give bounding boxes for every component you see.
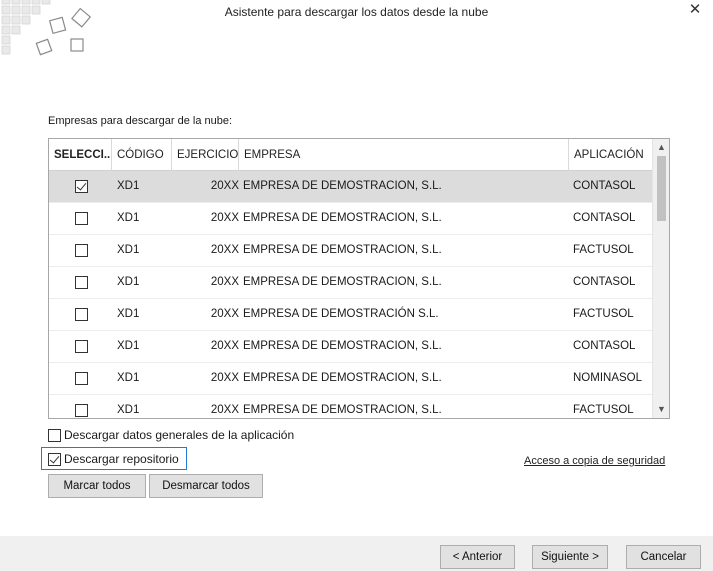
select-cell <box>49 299 112 331</box>
application-cell: NOMINASOL <box>573 372 643 384</box>
select-cell <box>49 235 112 267</box>
company-cell: EMPRESA DE DEMOSTRACION, S.L. <box>243 212 442 224</box>
back-button[interactable]: < Anterior <box>440 545 515 569</box>
select-cell <box>49 267 112 299</box>
year-cell: 20XX <box>210 372 239 384</box>
vertical-scrollbar[interactable]: ▲ ▼ <box>652 139 669 418</box>
company-cell: EMPRESA DE DEMOSTRACION, S.L. <box>243 404 442 416</box>
next-button[interactable]: Siguiente > <box>532 545 608 569</box>
row-checkbox[interactable] <box>75 308 88 321</box>
year-cell: 20XX <box>210 212 239 224</box>
application-cell: FACTUSOL <box>573 404 634 416</box>
select-cell <box>49 395 112 418</box>
code-cell: XD1 <box>117 404 140 416</box>
row-checkbox[interactable] <box>75 372 88 385</box>
row-checkbox[interactable] <box>75 212 88 225</box>
scroll-down-icon[interactable]: ▼ <box>653 401 669 418</box>
section-label: Empresas para descargar de la nube: <box>48 115 233 127</box>
application-cell: CONTASOL <box>573 340 636 352</box>
table-row[interactable]: XD1 20XX EMPRESA DE DEMOSTRACION, S.L. C… <box>49 267 653 299</box>
year-cell: 20XX <box>210 340 239 352</box>
select-cell <box>49 203 112 235</box>
table-row[interactable]: XD1 20XX EMPRESA DE DEMOSTRACION, S.L. C… <box>49 171 653 203</box>
code-cell: XD1 <box>117 372 140 384</box>
table-row[interactable]: XD1 20XX EMPRESA DE DEMOSTRACION, S.L. C… <box>49 331 653 363</box>
application-cell: CONTASOL <box>573 212 636 224</box>
code-cell: XD1 <box>117 212 140 224</box>
company-cell: EMPRESA DE DEMOSTRACIÓN S.L. <box>243 308 439 320</box>
row-checkbox[interactable] <box>75 340 88 353</box>
table-header: SELECCI... CÓDIGO EJERCICIO EMPRESA APLI… <box>49 139 653 171</box>
close-icon[interactable]: ✕ <box>683 0 707 22</box>
row-checkbox[interactable] <box>75 276 88 289</box>
code-cell: XD1 <box>117 276 140 288</box>
company-cell: EMPRESA DE DEMOSTRACION, S.L. <box>243 244 442 256</box>
year-cell: 20XX <box>210 308 239 320</box>
company-cell: EMPRESA DE DEMOSTRACION, S.L. <box>243 372 442 384</box>
column-header-select[interactable]: SELECCI... <box>49 139 112 171</box>
application-cell: FACTUSOL <box>573 244 634 256</box>
column-header-year[interactable]: EJERCICIO <box>172 139 239 171</box>
companies-table: SELECCI... CÓDIGO EJERCICIO EMPRESA APLI… <box>48 138 670 419</box>
table-row[interactable]: XD1 20XX EMPRESA DE DEMOSTRACION, S.L. C… <box>49 203 653 235</box>
scroll-thumb[interactable] <box>657 156 666 221</box>
row-checkbox[interactable] <box>75 404 88 417</box>
general-data-label: Descargar datos generales de la aplicaci… <box>64 428 295 442</box>
column-header-code[interactable]: CÓDIGO <box>112 139 172 171</box>
table-row[interactable]: XD1 20XX EMPRESA DE DEMOSTRACIÓN S.L. FA… <box>49 299 653 331</box>
general-data-option[interactable]: Descargar datos generales de la aplicaci… <box>48 428 294 442</box>
window-title: Asistente para descargar los datos desde… <box>224 5 489 19</box>
table-row[interactable]: XD1 20XX EMPRESA DE DEMOSTRACION, S.L. F… <box>49 395 653 418</box>
table-row[interactable]: XD1 20XX EMPRESA DE DEMOSTRACION, S.L. N… <box>49 363 653 395</box>
application-cell: CONTASOL <box>573 276 636 288</box>
application-cell: CONTASOL <box>573 180 636 192</box>
select-all-button[interactable]: Marcar todos <box>48 474 146 498</box>
year-cell: 20XX <box>210 244 239 256</box>
column-header-application[interactable]: APLICACIÓN <box>569 139 653 171</box>
column-header-company[interactable]: EMPRESA <box>239 139 569 171</box>
deselect-all-button[interactable]: Desmarcar todos <box>149 474 263 498</box>
select-cell <box>49 171 112 203</box>
select-cell <box>49 363 112 395</box>
scroll-up-icon[interactable]: ▲ <box>653 139 669 156</box>
backup-access-link[interactable]: Acceso a copia de seguridad <box>524 455 665 467</box>
row-checkbox[interactable] <box>75 180 88 193</box>
company-cell: EMPRESA DE DEMOSTRACION, S.L. <box>243 276 442 288</box>
application-cell: FACTUSOL <box>573 308 634 320</box>
repository-checkbox[interactable] <box>48 452 61 466</box>
repository-option[interactable]: Descargar repositorio <box>48 452 179 466</box>
code-cell: XD1 <box>117 340 140 352</box>
repository-label: Descargar repositorio <box>64 452 179 466</box>
year-cell: 20XX <box>210 276 239 288</box>
cancel-button[interactable]: Cancelar <box>626 545 701 569</box>
code-cell: XD1 <box>117 180 140 192</box>
row-checkbox[interactable] <box>75 244 88 257</box>
company-cell: EMPRESA DE DEMOSTRACION, S.L. <box>243 340 442 352</box>
table-row[interactable]: XD1 20XX EMPRESA DE DEMOSTRACION, S.L. F… <box>49 235 653 267</box>
code-cell: XD1 <box>117 308 140 320</box>
select-cell <box>49 331 112 363</box>
year-cell: 20XX <box>210 404 239 416</box>
year-cell: 20XX <box>210 180 239 192</box>
company-cell: EMPRESA DE DEMOSTRACION, S.L. <box>243 180 442 192</box>
code-cell: XD1 <box>117 244 140 256</box>
general-data-checkbox[interactable] <box>48 428 61 442</box>
